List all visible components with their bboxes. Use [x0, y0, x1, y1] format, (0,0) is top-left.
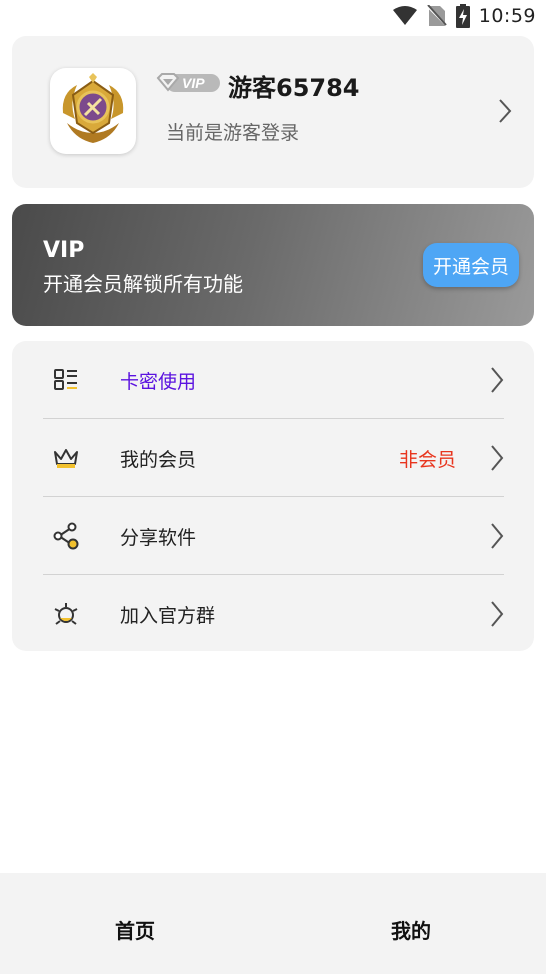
chevron-right-icon [491, 445, 504, 471]
avatar[interactable] [50, 68, 136, 154]
membership-status: 非会员 [398, 449, 456, 471]
rank-emblem-icon [62, 73, 124, 143]
menu-card: 卡密使用 我的会员 非会员 分享软件 加入官方群 [12, 341, 534, 651]
nav-item-home[interactable]: 首页 [115, 915, 155, 944]
menu-item-card-key[interactable]: 卡密使用 [12, 341, 534, 419]
username: 游客65784 [228, 74, 360, 102]
vip-badge-text: VIP [182, 75, 205, 91]
chevron-right-icon [491, 601, 504, 627]
chevron-right-icon [491, 367, 504, 393]
group-icon [54, 603, 78, 625]
no-sim-icon [426, 5, 447, 27]
login-status: 当前是游客登录 [166, 122, 300, 144]
menu-item-join-group[interactable]: 加入官方群 [12, 575, 534, 653]
wifi-icon [392, 6, 417, 25]
nav-item-mine[interactable]: 我的 [391, 915, 431, 944]
vip-subtitle: 开通会员解锁所有功能 [43, 272, 243, 296]
chevron-right-icon[interactable] [498, 98, 512, 124]
menu-item-label: 我的会员 [120, 449, 197, 471]
crown-icon [54, 449, 78, 468]
menu-item-label: 卡密使用 [120, 371, 197, 393]
profile-card[interactable]: VIP 游客65784 当前是游客登录 [12, 36, 534, 188]
vip-badge: VIP [156, 72, 222, 94]
status-bar: 10:59 [0, 0, 546, 32]
chevron-right-icon [491, 523, 504, 549]
qr-card-icon [54, 369, 77, 390]
battery-charging-icon [455, 4, 470, 28]
share-icon [53, 522, 79, 550]
open-membership-button[interactable]: 开通会员 [423, 243, 519, 287]
vip-banner: VIP 开通会员解锁所有功能 开通会员 [12, 204, 534, 326]
menu-item-label: 加入官方群 [120, 605, 216, 627]
status-icons: 10:59 [392, 4, 536, 28]
vip-title: VIP [43, 238, 85, 263]
status-time: 10:59 [478, 5, 536, 27]
menu-item-label: 分享软件 [120, 527, 197, 549]
menu-item-share-app[interactable]: 分享软件 [12, 497, 534, 575]
menu-item-my-membership[interactable]: 我的会员 非会员 [12, 419, 534, 497]
bottom-nav: 首页 我的 [0, 873, 546, 974]
